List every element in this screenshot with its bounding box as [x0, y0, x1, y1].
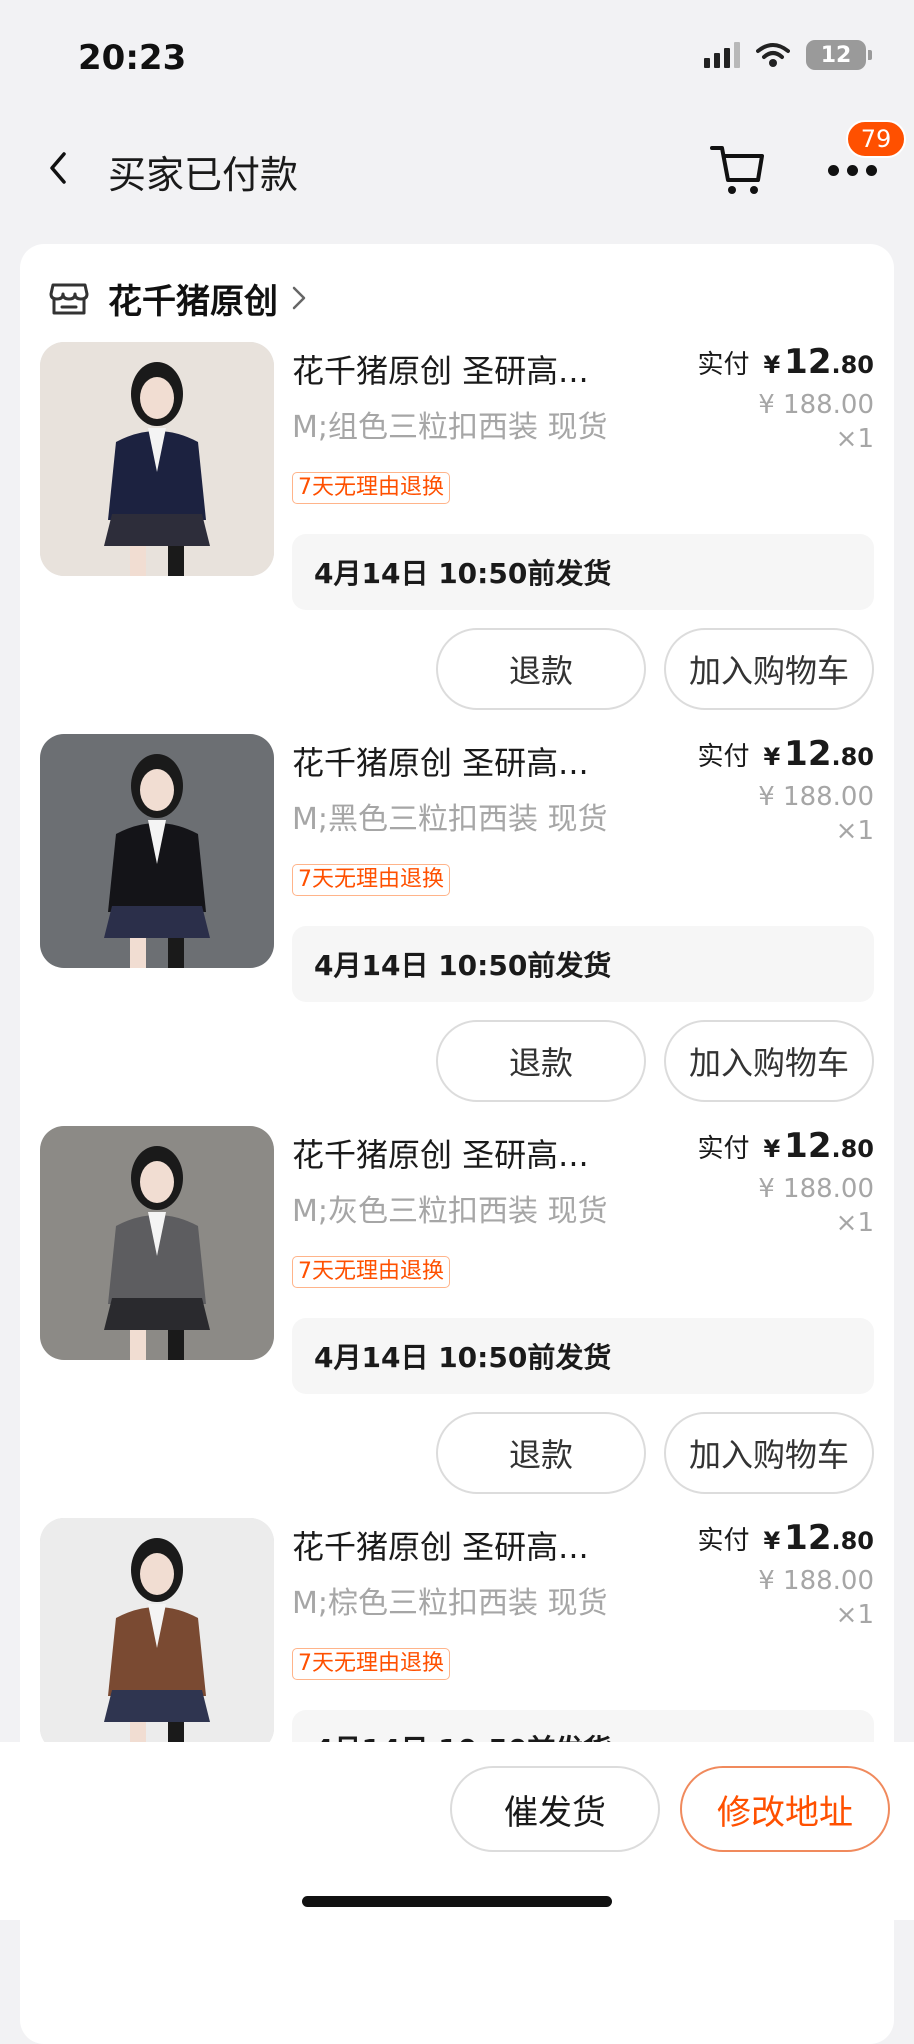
- chevron-left-icon: [50, 152, 66, 184]
- shop-name: 花千猪原创: [108, 281, 278, 322]
- return-policy-tag: 7天无理由退换: [292, 472, 450, 504]
- product-title[interactable]: 花千猪原创 圣研高...: [292, 738, 622, 784]
- shop-header[interactable]: 花千猪原创: [48, 272, 310, 324]
- return-policy-tag: 7天无理由退换: [292, 864, 450, 896]
- product-image[interactable]: [40, 1518, 274, 1752]
- wifi-icon: [756, 43, 790, 67]
- shipping-deadline-box: 4月14日 10:50前发货: [292, 1318, 874, 1394]
- price-decimal: .80: [831, 743, 874, 771]
- price-integer: 12: [784, 1518, 832, 1558]
- store-icon: [49, 283, 89, 315]
- urge-shipping-button[interactable]: 催发货: [450, 1766, 660, 1852]
- cart-icon: [710, 146, 764, 194]
- currency-symbol: ¥: [763, 1135, 781, 1163]
- product-spec: M;组色三粒扣西装 现货: [292, 410, 608, 445]
- quantity: ×1: [835, 1600, 874, 1630]
- shipping-deadline-box: 4月14日 10:50前发货: [292, 926, 874, 1002]
- shipping-deadline: 4月14日 10:50前发货: [314, 949, 612, 982]
- refund-button[interactable]: 退款: [436, 1412, 646, 1494]
- home-indicator[interactable]: [302, 1896, 612, 1907]
- price-integer: 12: [784, 342, 832, 382]
- cart-button[interactable]: [708, 142, 768, 198]
- currency-symbol: ¥: [763, 351, 781, 379]
- product-spec: M;黑色三粒扣西装 现货: [292, 802, 608, 837]
- shipping-deadline-box: 4月14日 10:50前发货: [292, 534, 874, 610]
- product-spec: M;棕色三粒扣西装 现货: [292, 1586, 608, 1621]
- currency-symbol: ¥: [763, 743, 781, 771]
- return-policy-tag: 7天无理由退换: [292, 1648, 450, 1680]
- product-spec: M;灰色三粒扣西装 现货: [292, 1194, 608, 1229]
- currency-symbol: ¥: [763, 1527, 781, 1555]
- status-icons: 12: [704, 40, 872, 70]
- page-title: 买家已付款: [108, 153, 299, 197]
- original-price: ¥ 188.00: [758, 390, 874, 420]
- paid-label: 实付: [697, 350, 750, 380]
- add-to-cart-button[interactable]: 加入购物车: [664, 628, 874, 710]
- price-block: 实付 ¥ 12 .80 ¥ 188.00 ×1: [697, 734, 874, 846]
- more-dots-icon: [827, 164, 839, 176]
- product-image[interactable]: [40, 734, 274, 968]
- battery-icon: 12: [806, 40, 872, 70]
- product-title[interactable]: 花千猪原创 圣研高...: [292, 1522, 622, 1568]
- back-button[interactable]: [36, 146, 80, 190]
- price-decimal: .80: [831, 1135, 874, 1163]
- add-to-cart-button[interactable]: 加入购物车: [664, 1412, 874, 1494]
- add-to-cart-button[interactable]: 加入购物车: [664, 1020, 874, 1102]
- shipping-deadline: 4月14日 10:50前发货: [314, 1341, 612, 1374]
- nav-bar: 买家已付款 79: [0, 120, 914, 220]
- status-time: 20:23: [78, 38, 187, 78]
- product-item[interactable]: 花千猪原创 圣研高... M;黑色三粒扣西装 现货 7天无理由退换 实付 ¥ 1…: [20, 734, 894, 1126]
- product-title[interactable]: 花千猪原创 圣研高...: [292, 346, 622, 392]
- price-decimal: .80: [831, 1527, 874, 1555]
- price-integer: 12: [784, 1126, 832, 1166]
- quantity: ×1: [835, 1208, 874, 1238]
- refund-button[interactable]: 退款: [436, 628, 646, 710]
- paid-label: 实付: [697, 1526, 750, 1556]
- paid-label: 实付: [697, 742, 750, 772]
- original-price: ¥ 188.00: [758, 1174, 874, 1204]
- signal-icon: [704, 42, 740, 68]
- return-policy-tag: 7天无理由退换: [292, 1256, 450, 1288]
- price-decimal: .80: [831, 351, 874, 379]
- quantity: ×1: [835, 816, 874, 846]
- product-title[interactable]: 花千猪原创 圣研高...: [292, 1130, 622, 1176]
- quantity: ×1: [835, 424, 874, 454]
- bottom-action-bar: 催发货 修改地址: [0, 1742, 914, 1920]
- product-image[interactable]: [40, 1126, 274, 1360]
- refund-button[interactable]: 退款: [436, 1020, 646, 1102]
- price-block: 实付 ¥ 12 .80 ¥ 188.00 ×1: [697, 342, 874, 454]
- original-price: ¥ 188.00: [758, 1566, 874, 1596]
- paid-label: 实付: [697, 1134, 750, 1164]
- message-badge: 79: [846, 120, 906, 158]
- product-item[interactable]: 花千猪原创 圣研高... M;组色三粒扣西装 现货 7天无理由退换 实付 ¥ 1…: [20, 342, 894, 734]
- product-item[interactable]: 花千猪原创 圣研高... M;灰色三粒扣西装 现货 7天无理由退换 实付 ¥ 1…: [20, 1126, 894, 1518]
- product-image[interactable]: [40, 342, 274, 576]
- original-price: ¥ 188.00: [758, 782, 874, 812]
- price-block: 实付 ¥ 12 .80 ¥ 188.00 ×1: [697, 1126, 874, 1238]
- chevron-right-icon: [292, 286, 306, 310]
- price-block: 实付 ¥ 12 .80 ¥ 188.00 ×1: [697, 1518, 874, 1630]
- price-integer: 12: [784, 734, 832, 774]
- shipping-deadline: 4月14日 10:50前发货: [314, 557, 612, 590]
- status-bar: 20:23 12: [0, 0, 914, 100]
- modify-address-button[interactable]: 修改地址: [680, 1766, 890, 1852]
